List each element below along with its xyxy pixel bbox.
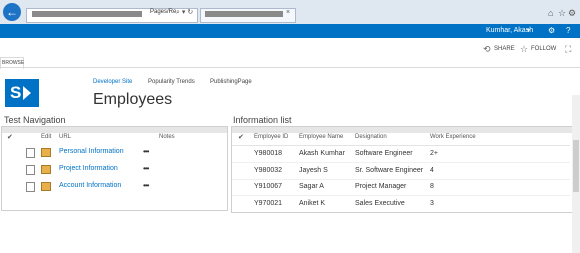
help-icon[interactable]: ?: [566, 26, 570, 35]
row-separator: [232, 179, 570, 180]
cell-designation: Software Engineer: [355, 150, 413, 157]
row-separator: [232, 195, 570, 196]
share-button[interactable]: SHARE: [494, 46, 515, 52]
column-url[interactable]: URL: [59, 134, 71, 140]
cell-employee-id: Y980018: [254, 150, 283, 157]
user-menu-caret-icon[interactable]: ▼: [526, 28, 531, 34]
address-actions-icon[interactable]: ⌕ ▾ ↻: [176, 8, 193, 17]
edit-item-icon[interactable]: [41, 182, 51, 191]
row-separator: [232, 162, 570, 163]
scrollbar-thumb[interactable]: [573, 140, 579, 192]
link-personal-information[interactable]: Personal Information: [59, 148, 124, 155]
information-list-title[interactable]: Information list: [233, 115, 292, 125]
cell-employee-id: Y970021: [254, 200, 283, 207]
settings-icon[interactable]: ⚙: [568, 8, 576, 19]
item-document-icon: [26, 148, 35, 158]
cell-designation: Sales Executive: [355, 200, 405, 207]
column-work-experience[interactable]: Work Experience: [430, 134, 476, 140]
item-menu-icon[interactable]: •••: [143, 164, 149, 173]
cell-employee-name: Aniket K: [299, 200, 326, 207]
cell-employee-name: Jayesh S: [299, 167, 328, 174]
cell-employee-name: Akash Kumhar: [299, 150, 345, 157]
focus-content-icon[interactable]: ⛶: [565, 44, 571, 55]
column-employee-name[interactable]: Employee Name: [299, 134, 343, 140]
cell-work-experience: 2+: [430, 150, 438, 157]
tab-title-redacted: [205, 11, 283, 17]
settings-gear-icon[interactable]: ⚙: [548, 26, 555, 35]
cell-work-experience: 3: [430, 200, 434, 207]
item-menu-icon[interactable]: •••: [143, 181, 149, 190]
share-icon[interactable]: ⟲: [483, 44, 491, 55]
follow-button[interactable]: FOLLOW: [531, 46, 556, 52]
logo-letter: S: [10, 83, 22, 102]
favorites-icon[interactable]: ☆: [558, 8, 566, 19]
nav-publishing-page[interactable]: PublishingPage: [210, 79, 252, 85]
column-notes[interactable]: Notes: [159, 134, 175, 140]
home-icon[interactable]: ⌂: [548, 8, 553, 18]
column-employee-id[interactable]: Employee ID: [254, 134, 288, 140]
address-text: Pages/Re: [150, 9, 177, 15]
nav-popularity-trends[interactable]: Popularity Trends: [148, 79, 195, 85]
cell-work-experience: 8: [430, 183, 434, 190]
test-navigation-title[interactable]: Test Navigation: [4, 115, 66, 125]
nav-developer-site[interactable]: Developer Site: [93, 79, 132, 85]
browse-tab-label[interactable]: BROWSE: [2, 60, 24, 66]
cell-employee-id: Y980032: [254, 167, 283, 174]
cell-work-experience: 4: [430, 167, 434, 174]
link-account-information[interactable]: Account Information: [59, 182, 121, 189]
header-separator: [232, 145, 570, 146]
page-title: Employees: [93, 91, 173, 108]
column-designation[interactable]: Designation: [355, 134, 387, 140]
link-project-information[interactable]: Project Information: [59, 165, 118, 172]
select-all-check-icon[interactable]: ✔: [238, 133, 244, 141]
item-document-icon: [26, 165, 35, 175]
select-all-check-icon[interactable]: ✔: [7, 133, 13, 141]
item-document-icon: [26, 182, 35, 192]
cell-employee-id: Y910067: [254, 183, 283, 190]
follow-icon[interactable]: ☆: [520, 44, 528, 55]
back-button[interactable]: ←: [3, 3, 21, 21]
logo-arrow-icon: [23, 86, 31, 100]
edit-item-icon[interactable]: [41, 148, 51, 157]
cell-designation: Sr. Software Engineer: [355, 167, 424, 174]
address-redacted: [32, 11, 142, 17]
ribbon-divider: [0, 67, 580, 68]
edit-item-icon[interactable]: [41, 165, 51, 174]
cell-designation: Project Manager: [355, 183, 407, 190]
column-edit: Edit: [41, 134, 52, 140]
tab-close-icon[interactable]: ×: [286, 9, 290, 16]
item-menu-icon[interactable]: •••: [143, 147, 149, 156]
cell-employee-name: Sagar A: [299, 183, 324, 190]
